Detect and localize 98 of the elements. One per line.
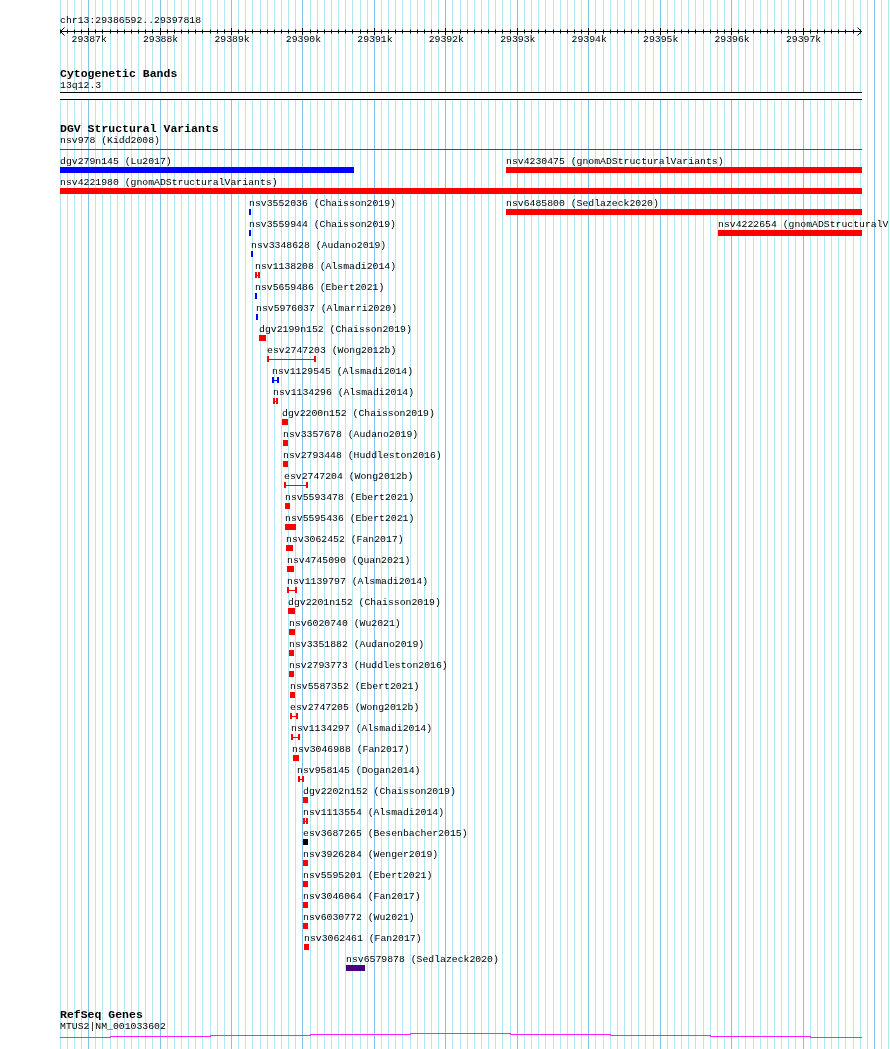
variant-label: dgv2201n152 (Chaisson2019) (288, 597, 441, 608)
variant-label: nsv5595201 (Ebert2021) (303, 870, 433, 881)
variant-label: nsv3046988 (Fan2017) (292, 744, 410, 755)
variant-label: esv2747204 (Wong2012b) (284, 471, 414, 482)
variant-bar[interactable] (285, 524, 296, 530)
variant-bar[interactable] (288, 608, 295, 614)
variant-label: nsv1139797 (Alsmadi2014) (287, 576, 429, 587)
variant-bar[interactable] (289, 671, 294, 677)
tick-label: 29388k (142, 34, 179, 45)
variant-bar[interactable] (303, 839, 308, 845)
tick-label: 29387k (71, 34, 107, 45)
variant-bar[interactable] (289, 629, 295, 635)
variant-label: nsv5976037 (Almarri2020) (256, 303, 398, 314)
variant-label: nsv1134296 (Alsmadi2014) (273, 387, 415, 398)
variant-label: nsv1138208 (Alsmadi2014) (255, 261, 397, 272)
variant-label: dgv2202n152 (Chaisson2019) (303, 786, 456, 797)
variant-bar[interactable] (303, 860, 308, 866)
variant-bar[interactable] (259, 335, 266, 341)
variant-label: nsv6579878 (Sedlazeck2020) (346, 954, 499, 965)
variant-label: nsv3046064 (Fan2017) (303, 891, 421, 902)
region-label: chr13:29386592..29397818 (60, 15, 202, 26)
variant-label: nsv5593478 (Ebert2021) (285, 492, 415, 503)
variant-bar[interactable] (303, 902, 308, 908)
variant-bar[interactable] (289, 650, 294, 656)
variant-label: nsv5587352 (Ebert2021) (290, 681, 420, 692)
variant-bar[interactable] (282, 419, 288, 425)
variant-label: nsv3062452 (Fan2017) (286, 534, 404, 545)
variant-label: nsv4230475 (gnomADStructuralVariants) (506, 156, 724, 167)
variant-span[interactable] (290, 713, 298, 719)
variant-label: nsv3926284 (Wenger2019) (303, 849, 439, 860)
variant-label: nsv6030772 (Wu2021) (303, 912, 415, 923)
variant-span[interactable] (303, 818, 308, 824)
variant-label: nsv1129545 (Alsmadi2014) (272, 366, 414, 377)
variant-label: nsv3559944 (Chaisson2019) (249, 219, 396, 230)
variant-bar[interactable] (283, 440, 288, 446)
tick-label: 29396k (714, 34, 750, 45)
variant-span[interactable] (291, 734, 300, 740)
variant-label: nsv5595436 (Ebert2021) (285, 513, 415, 524)
variant-label: dgv279n145 (Lu2017) (60, 156, 172, 167)
variant-bar[interactable] (303, 797, 308, 803)
tick-label: 29391k (357, 34, 393, 45)
tick-label: 29390k (285, 34, 322, 45)
track-title: DGV Structural Variants (60, 121, 219, 135)
variant-bar[interactable] (303, 881, 308, 887)
variant-label: nsv3552036 (Chaisson2019) (249, 198, 396, 209)
variant-span[interactable] (298, 776, 304, 782)
variant-bar[interactable] (290, 692, 295, 698)
tick-label: 29389k (214, 34, 250, 45)
variant-label: nsv6485800 (Sedlazeck2020) (506, 198, 659, 209)
variant-label: nsv978 (Kidd2008) (60, 135, 160, 146)
variant-bar[interactable] (293, 755, 299, 761)
variant-label: nsv3357678 (Audano2019) (283, 429, 419, 440)
variant-bar[interactable] (286, 545, 293, 551)
variant-span[interactable] (287, 587, 297, 593)
tick-label: 29395k (643, 34, 679, 45)
variant-label: esv2747203 (Wong2012b) (267, 345, 397, 356)
variant-bar[interactable] (506, 209, 862, 215)
variant-bar[interactable] (283, 461, 288, 467)
variant-label: nsv4745090 (Quan2021) (287, 555, 411, 566)
variant-span[interactable] (255, 272, 260, 278)
variant-label: nsv5659486 (Ebert2021) (255, 282, 385, 293)
variant-label: nsv4221980 (gnomADStructuralVariants) (60, 177, 278, 188)
variant-bar[interactable] (60, 188, 862, 194)
variant-span[interactable] (284, 482, 308, 488)
variant-span[interactable] (267, 356, 316, 362)
variant-bar[interactable] (287, 566, 294, 572)
tick-label: 29397k (785, 34, 822, 45)
cytoband-label: 13q12.3 (60, 80, 102, 91)
variant-label: dgv2200n152 (Chaisson2019) (282, 408, 435, 419)
track-title: RefSeq Genes (60, 1008, 143, 1021)
variant-label: esv2747205 (Wong2012b) (290, 702, 420, 713)
variant-span[interactable] (272, 377, 279, 383)
tick-label: 29392k (428, 34, 464, 45)
variant-bar[interactable] (346, 965, 365, 971)
variant-bar[interactable] (718, 230, 862, 236)
variant-label: nsv6020740 (Wu2021) (289, 618, 401, 629)
tick-label: 29393k (500, 34, 536, 45)
variant-label: nsv3348628 (Audano2019) (251, 240, 387, 251)
tick-label: 29394k (571, 34, 607, 45)
variant-bar[interactable] (60, 167, 354, 173)
variant-label: nsv1113554 (Alsmadi2014) (303, 807, 445, 818)
variant-span[interactable] (273, 398, 278, 404)
variant-label: nsv958145 (Dogan2014) (297, 765, 421, 776)
variant-bar[interactable] (304, 944, 309, 950)
variant-label: nsv2793448 (Huddleston2016) (283, 450, 442, 461)
variant-label: esv3687265 (Besenbacher2015) (303, 828, 468, 839)
variant-label: nsv4222654 (gnomADStructuralV (718, 219, 889, 230)
variant-bar[interactable] (303, 923, 308, 929)
gene-label: MTUS2|NM_001033602 (60, 1021, 166, 1032)
variant-bar[interactable] (285, 503, 290, 509)
track-title: Cytogenetic Bands (60, 66, 178, 80)
variant-label: nsv2793773 (Huddleston2016) (289, 660, 448, 671)
variant-label: dgv2199n152 (Chaisson2019) (259, 324, 412, 335)
gene-line[interactable] (60, 1033, 862, 1038)
variant-label: nsv1134297 (Alsmadi2014) (291, 723, 433, 734)
variant-bar[interactable] (506, 167, 862, 173)
variant-label: nsv3351882 (Audano2019) (289, 639, 425, 650)
variant-label: nsv3062461 (Fan2017) (304, 933, 422, 944)
